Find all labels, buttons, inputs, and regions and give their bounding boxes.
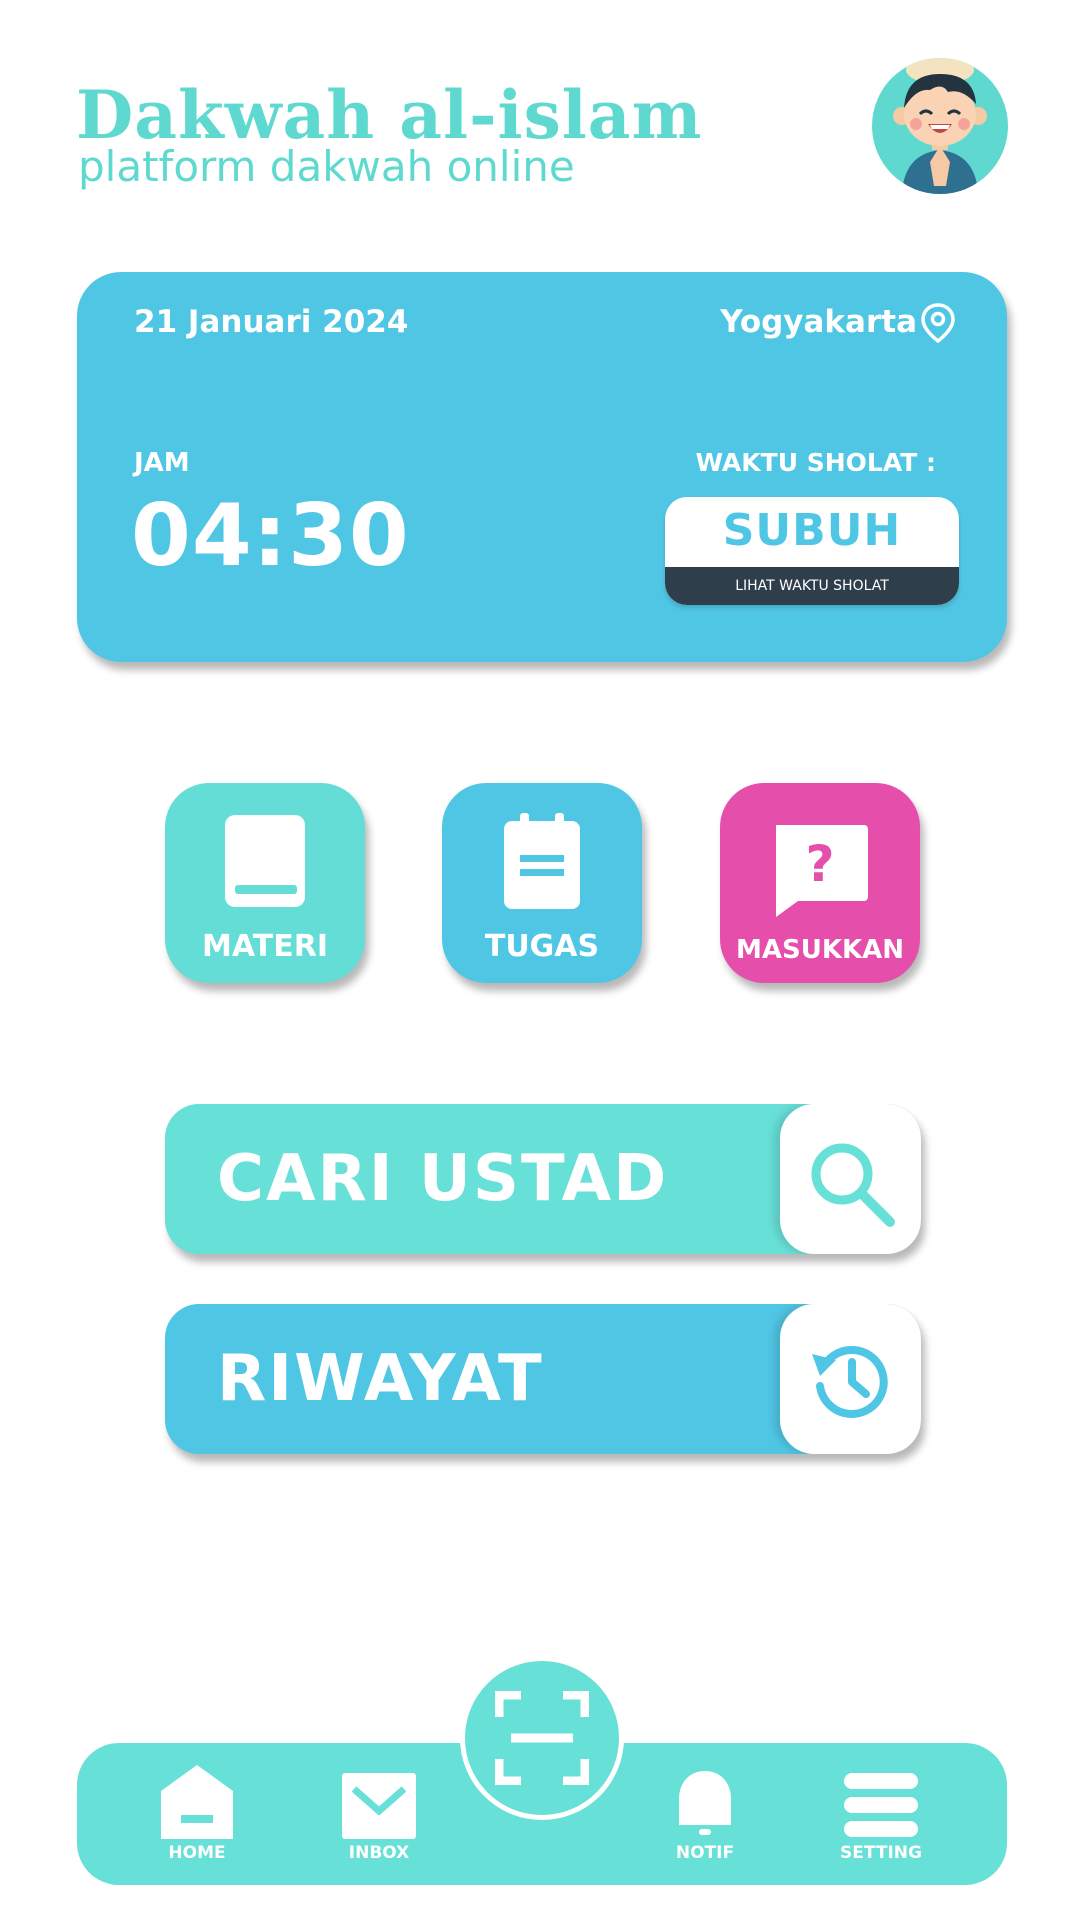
app-subtitle: platform dakwah online bbox=[78, 142, 575, 191]
riwayat-button[interactable]: RIWAYAT bbox=[165, 1304, 921, 1454]
cari-ustad-button[interactable]: CARI USTAD bbox=[165, 1104, 921, 1254]
tugas-tile[interactable]: TUGAS bbox=[442, 783, 642, 983]
prayer-time-button[interactable]: SUBUH LIHAT WAKTU SHOLAT bbox=[665, 497, 959, 605]
inbox-icon bbox=[342, 1773, 416, 1839]
svg-text:?: ? bbox=[805, 835, 834, 893]
materi-label: MATERI bbox=[202, 929, 328, 964]
avatar-illustration bbox=[893, 58, 987, 194]
tugas-label: TUGAS bbox=[484, 929, 600, 964]
prayer-time-label: WAKTU SHOLAT : bbox=[695, 448, 936, 477]
bell-icon bbox=[679, 1771, 731, 1835]
clock-time: 04:30 bbox=[131, 486, 410, 586]
nav-setting-label: SETTING bbox=[840, 1843, 922, 1863]
nav-inbox-label: INBOX bbox=[348, 1843, 410, 1863]
nav-inbox[interactable]: INBOX bbox=[340, 1763, 418, 1863]
nav-home[interactable]: HOME bbox=[159, 1763, 235, 1863]
nav-home-label: HOME bbox=[168, 1843, 226, 1863]
riwayat-label: RIWAYAT bbox=[217, 1342, 544, 1416]
avatar[interactable] bbox=[872, 58, 1008, 194]
masukkan-label: MASUKKAN bbox=[735, 935, 904, 965]
current-date: 21 Januari 2024 bbox=[134, 304, 409, 340]
nav-notif-label: NOTIF bbox=[675, 1843, 735, 1863]
question-chat-icon: ? bbox=[776, 825, 868, 917]
clipboard-icon bbox=[504, 813, 580, 909]
home-icon bbox=[161, 1765, 233, 1839]
prayer-time-card: 21 Januari 2024 Yogyakarta JAM 04:30 WAK… bbox=[77, 272, 1007, 662]
history-icon-box[interactable] bbox=[780, 1304, 921, 1454]
cari-ustad-label: CARI USTAD bbox=[217, 1142, 669, 1216]
nav-notif[interactable]: NOTIF bbox=[675, 1763, 735, 1863]
materi-tile[interactable]: MATERI bbox=[165, 783, 365, 983]
search-icon bbox=[811, 1143, 895, 1227]
scan-icon bbox=[495, 1691, 589, 1785]
masukkan-tile[interactable]: ? MASUKKAN bbox=[720, 783, 920, 983]
location-label: Yogyakarta bbox=[720, 304, 917, 340]
location-pin-icon[interactable] bbox=[919, 302, 957, 344]
scan-button[interactable] bbox=[460, 1656, 624, 1820]
see-prayer-times-link[interactable]: LIHAT WAKTU SHOLAT bbox=[665, 567, 959, 605]
book-icon bbox=[225, 815, 305, 907]
nav-setting[interactable]: SETTING bbox=[840, 1763, 922, 1863]
search-icon-box[interactable] bbox=[780, 1104, 921, 1254]
current-prayer-name: SUBUH bbox=[722, 505, 902, 556]
history-icon bbox=[812, 1345, 888, 1418]
menu-icon bbox=[844, 1773, 918, 1837]
clock-label: JAM bbox=[134, 448, 190, 478]
